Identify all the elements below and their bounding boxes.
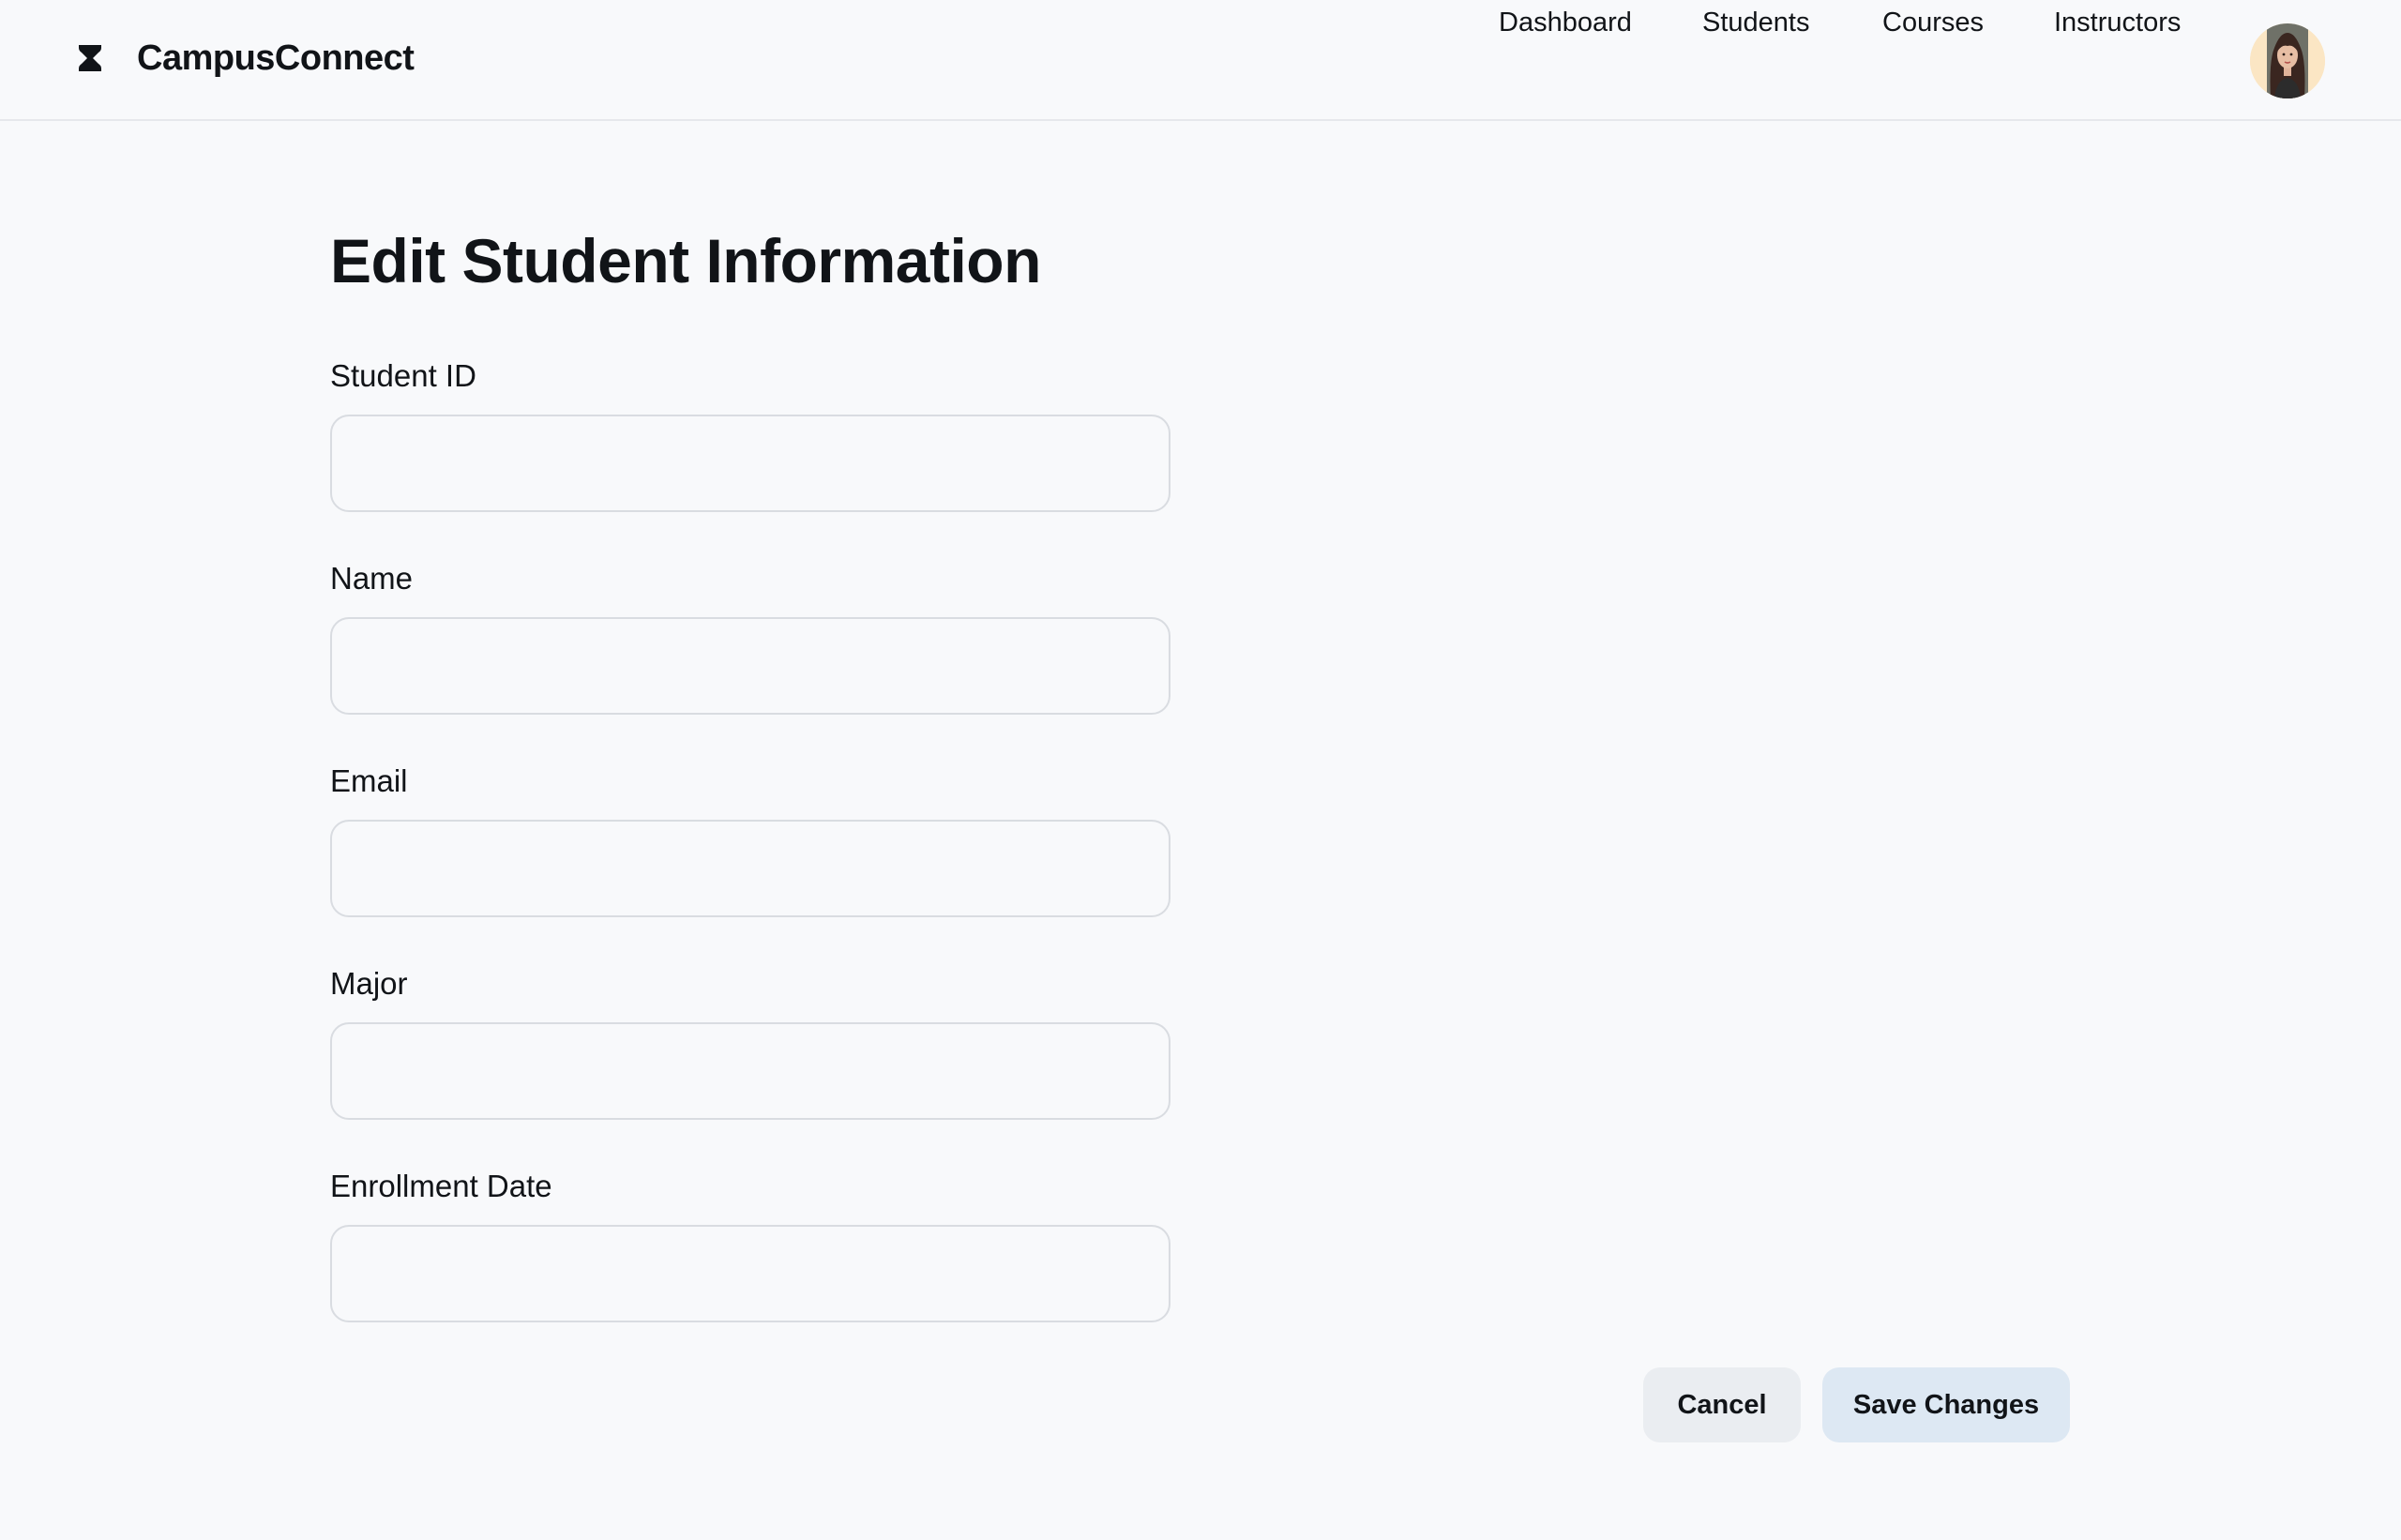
name-label: Name — [330, 561, 414, 596]
enrollment-date-input[interactable] — [330, 1225, 1170, 1322]
app-name: CampusConnect — [137, 38, 415, 78]
brand[interactable]: CampusConnect — [75, 34, 415, 83]
email-input[interactable] — [330, 820, 1170, 917]
nav-students[interactable]: Students — [1702, 0, 1809, 45]
nav-courses[interactable]: Courses — [1882, 0, 1984, 45]
avatar-portrait-icon — [2250, 23, 2325, 98]
user-avatar[interactable] — [2250, 23, 2325, 98]
top-navbar: CampusConnect Dashboard Students Courses… — [0, 0, 2401, 121]
nav-dashboard[interactable]: Dashboard — [1499, 0, 1632, 45]
student-id-label: Student ID — [330, 358, 476, 393]
student-id-input[interactable] — [330, 415, 1170, 512]
email-label: Email — [330, 763, 408, 798]
major-input[interactable] — [330, 1022, 1170, 1120]
hourglass-logo-icon — [75, 43, 105, 73]
page-title: Edit Student Information — [330, 226, 1041, 295]
save-changes-button[interactable]: Save Changes — [1822, 1367, 2070, 1442]
name-input[interactable] — [330, 617, 1170, 715]
major-label: Major — [330, 966, 408, 1001]
nav-instructors[interactable]: Instructors — [2054, 0, 2181, 45]
enrollment-date-label: Enrollment Date — [330, 1169, 552, 1203]
cancel-button[interactable]: Cancel — [1643, 1367, 1801, 1442]
